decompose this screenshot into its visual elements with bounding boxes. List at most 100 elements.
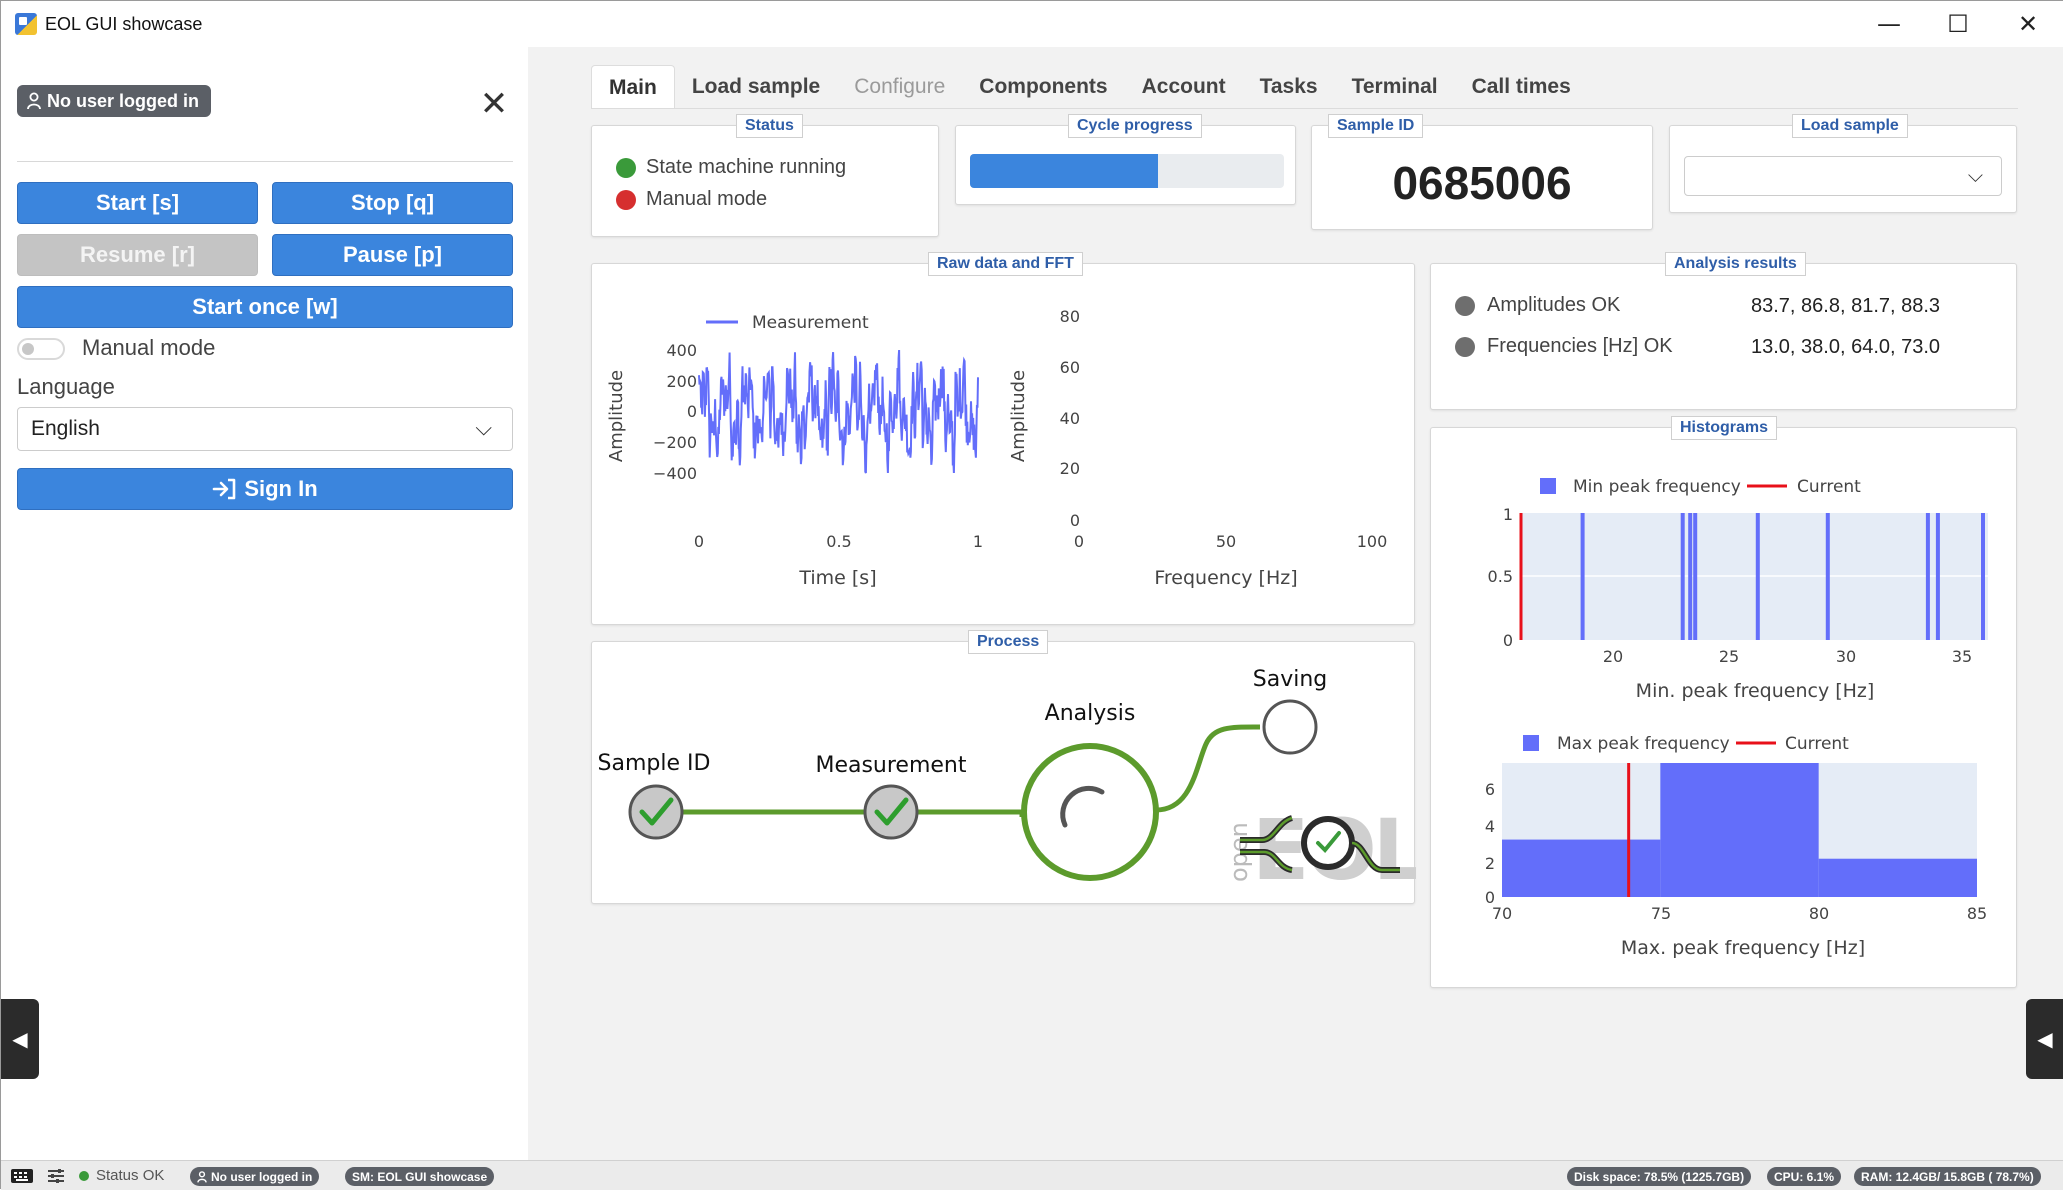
amplitudes-value: 83.7, 86.8, 81.7, 88.3 [1751, 295, 1941, 317]
sample-id-step-icon [628, 784, 684, 840]
sidebar-close-button[interactable]: ✕ [475, 84, 513, 124]
pause-button[interactable]: Pause [p] [272, 234, 513, 276]
user-icon [27, 92, 41, 110]
measurement-series-line [698, 349, 979, 474]
current-legend-label: Current [1785, 734, 1849, 754]
y-tick: 60 [1060, 358, 1080, 377]
y-tick: 2 [1485, 854, 1495, 873]
y-tick: 0 [687, 402, 697, 421]
histogram-bar [1925, 513, 1930, 640]
start-once-button[interactable]: Start once [w] [17, 286, 513, 328]
sidebar-toggle-right[interactable]: ◀ [2026, 999, 2063, 1079]
user-icon [197, 1170, 207, 1183]
y-tick: 6 [1485, 780, 1495, 799]
y-tick: 400 [666, 341, 697, 360]
max-peak-axis-label: Max. peak frequency [Hz] [1621, 937, 1865, 959]
cycle-progress-card: Cycle progress [955, 114, 1296, 205]
raw-data-card: Raw data and FFT Measurement 400 200 0 −… [591, 252, 1415, 625]
sample-id-step-label: Sample ID [598, 751, 711, 776]
tab-account[interactable]: Account [1125, 65, 1243, 109]
histogram-bar [1580, 513, 1585, 640]
amplitudes-label: Amplitudes OK [1487, 294, 1621, 316]
statusbar-user-badge: No user logged in [190, 1167, 320, 1186]
analysis-step-ring [1021, 743, 1159, 881]
divider [17, 161, 513, 162]
start-button[interactable]: Start [s] [17, 182, 258, 224]
raw-data-chart: Measurement 400 200 0 −200 −400 0 0.5 1 … [606, 307, 1387, 589]
status-ok-dot-icon [79, 1171, 89, 1181]
x-tick: 50 [1216, 532, 1236, 551]
stop-button[interactable]: Stop [q] [272, 182, 513, 224]
measurement-step-label: Measurement [815, 753, 966, 778]
tab-bar: Main Load sample Configure Components Ac… [591, 63, 1588, 109]
histograms-chart: Min peak frequency Current 1 0.5 0 20 25… [1485, 477, 1988, 959]
y-tick: −200 [653, 433, 697, 452]
analysis-row: Frequencies [Hz] OK [1455, 335, 1673, 358]
tab-tasks[interactable]: Tasks [1243, 65, 1335, 109]
ram-badge: RAM: 12.4GB/ 15.8GB ( 78.7%) [1854, 1167, 2041, 1186]
cycle-progress-fill [970, 154, 1159, 188]
sign-in-icon [213, 478, 236, 500]
chevron-left-icon: ◀ [12, 1027, 28, 1051]
tab-configure[interactable]: Configure [837, 65, 962, 109]
manual-mode-label: Manual mode [82, 335, 216, 360]
user-badge-label: No user logged in [47, 90, 200, 111]
y-tick: −400 [653, 464, 697, 483]
process-card: Process Sample ID Measurement Analysis S… [591, 630, 1416, 904]
status-item: Manual mode [616, 188, 767, 211]
close-window-button[interactable]: ✕ [1993, 1, 2063, 47]
tab-components[interactable]: Components [962, 65, 1124, 109]
disk-space-badge: Disk space: 78.5% (1225.7GB) [1567, 1167, 1752, 1186]
histogram-bar [1660, 763, 1819, 897]
x-tick: 20 [1603, 647, 1623, 666]
status-card: Status State machine running Manual mode [591, 114, 939, 237]
minimize-button[interactable]: — [1854, 1, 1924, 47]
saving-step-label: Saving [1253, 667, 1328, 692]
y-tick: 80 [1060, 307, 1080, 326]
chevron-down-icon: ⌵ [475, 415, 492, 440]
process-connector [656, 809, 1025, 817]
status-item: State machine running [616, 156, 846, 179]
load-sample-select[interactable]: ⌵ [1684, 156, 2002, 196]
settings-sliders-icon[interactable] [47, 1168, 65, 1184]
measurement-step-icon [863, 784, 919, 840]
x-tick: 75 [1651, 904, 1671, 923]
spinner-icon [1060, 785, 1105, 828]
y-tick: 40 [1060, 409, 1080, 428]
tab-terminal[interactable]: Terminal [1335, 65, 1455, 109]
load-sample-title: Load sample [1792, 114, 1908, 138]
sign-in-button[interactable]: Sign In [17, 468, 513, 510]
chevron-down-icon: ⌵ [1967, 163, 1983, 187]
language-select[interactable]: English ⌵ [17, 407, 513, 451]
cycle-progress-bar [970, 154, 1284, 188]
histogram-bar [1818, 858, 1977, 897]
sidebar-toggle-left[interactable]: ◀ [1, 999, 39, 1079]
app-window: EOL GUI showcase — ☐ ✕ No user logged in… [0, 0, 2063, 1190]
state-machine-badge: SM: EOL GUI showcase [345, 1167, 495, 1186]
measurement-legend-label: Measurement [752, 313, 869, 333]
manual-mode-toggle[interactable] [17, 338, 65, 360]
frequencies-value: 13.0, 38.0, 64.0, 73.0 [1751, 336, 1941, 358]
sample-id-value: 0685006 [1392, 156, 1572, 209]
histograms-card: Histograms Min peak frequency Current 1 … [1430, 416, 2017, 988]
histogram-bar [1680, 513, 1685, 640]
language-label: Language [17, 374, 115, 399]
histogram-bar [1502, 839, 1661, 897]
analysis-results-card: Analysis results Amplitudes OK 83.7, 86.… [1430, 252, 2017, 410]
tab-call-times[interactable]: Call times [1455, 65, 1588, 109]
x-tick: 25 [1719, 647, 1739, 666]
histogram-bar [1755, 513, 1760, 640]
cycle-progress-title: Cycle progress [1068, 114, 1202, 138]
keyboard-icon[interactable] [10, 1168, 34, 1184]
load-sample-card: Load sample ⌵ [1669, 114, 2017, 213]
resume-button[interactable]: Resume [r] [17, 234, 258, 276]
maximize-button[interactable]: ☐ [1923, 1, 1993, 47]
y-tick: 0 [1070, 511, 1080, 530]
frequency-axis-label: Frequency [Hz] [1154, 567, 1297, 589]
saving-step-icon [1262, 699, 1318, 755]
x-tick: 80 [1809, 904, 1829, 923]
red-status-dot-icon [616, 189, 636, 210]
tab-load-sample[interactable]: Load sample [675, 65, 837, 109]
tab-main[interactable]: Main [591, 65, 675, 109]
grey-status-dot-icon [1455, 295, 1475, 316]
